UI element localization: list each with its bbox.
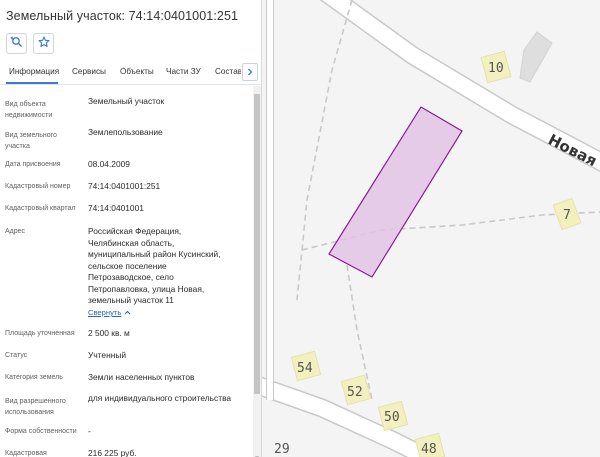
row-value: 2 500 кв. м bbox=[88, 328, 130, 338]
row-label: Вид разрешенного использования bbox=[5, 398, 66, 416]
footpaths bbox=[296, 0, 600, 401]
map-canvas: 10 7 54 52 50 48 29 Новая bbox=[262, 0, 600, 457]
row-value: - bbox=[88, 426, 91, 436]
row-label: Вид земельного участка bbox=[5, 132, 57, 150]
row-label: Дата присвоения bbox=[5, 161, 61, 168]
selected-parcel[interactable] bbox=[328, 106, 463, 278]
svg-text:48: 48 bbox=[421, 442, 437, 457]
row-label: Площадь уточненная bbox=[5, 330, 75, 337]
collapse-label: Свернуть bbox=[88, 308, 122, 317]
favorite-button[interactable] bbox=[33, 33, 54, 54]
tab-parcel-parts[interactable]: Части ЗУ bbox=[166, 67, 201, 76]
active-tab-indicator bbox=[6, 82, 58, 84]
address-line: Челябинская область, bbox=[88, 237, 175, 248]
tab-composition[interactable]: Состав bbox=[215, 67, 241, 76]
row-value: 08.04.2009 bbox=[88, 159, 130, 169]
row-label: Статус bbox=[5, 352, 28, 359]
address-value: Российская Федерация, Челябинская област… bbox=[88, 226, 246, 307]
row-value: Земельный участок bbox=[88, 96, 165, 106]
address-line: земельный участок 11 bbox=[88, 295, 174, 305]
scroll-up-arrow-icon[interactable] bbox=[253, 86, 261, 97]
address-line: Петрозаводское, село bbox=[88, 272, 174, 282]
svg-text:7: 7 bbox=[563, 208, 571, 223]
house-number-10: 10 bbox=[480, 50, 512, 84]
address-line: Петропавловка, улица Новая, bbox=[88, 283, 205, 294]
row-value: Учтенный bbox=[88, 350, 127, 360]
svg-text:50: 50 bbox=[384, 410, 400, 425]
row-label: Адрес bbox=[5, 228, 26, 235]
star-icon bbox=[37, 35, 50, 53]
row-value: Земли населенных пунктов bbox=[88, 372, 195, 382]
app-window: Земельный участок: 74:14:0401001:251 Инф… bbox=[0, 0, 600, 457]
map-view[interactable]: 10 7 54 52 50 48 29 Новая bbox=[262, 0, 600, 457]
house-number-48: 48 bbox=[414, 432, 446, 457]
house-number-52: 52 bbox=[340, 374, 372, 406]
row-label: Кадастровый номер bbox=[5, 183, 71, 190]
panel-scrollbar[interactable] bbox=[253, 86, 261, 457]
info-list: Вид объекта недвижимости Земельный участ… bbox=[0, 86, 252, 457]
tabs-scroll-right-button[interactable] bbox=[242, 63, 258, 81]
svg-text:54: 54 bbox=[297, 361, 313, 376]
svg-text:52: 52 bbox=[347, 385, 363, 400]
info-panel: Земельный участок: 74:14:0401001:251 Инф… bbox=[0, 0, 262, 457]
row-value: 74:14:0401001:251 bbox=[88, 181, 161, 191]
building-outline bbox=[519, 31, 553, 83]
locate-button[interactable] bbox=[6, 33, 27, 54]
row-value: 74:14:0401001 bbox=[88, 203, 144, 213]
row-label: Кадастровая bbox=[5, 450, 47, 457]
address-line: муниципальный район Кусинский, bbox=[88, 249, 221, 259]
scrollbar-thumb[interactable] bbox=[254, 94, 260, 394]
svg-text:10: 10 bbox=[488, 61, 504, 76]
tab-information[interactable]: Информация bbox=[9, 67, 59, 76]
address-line: Российская Федерация, bbox=[88, 226, 182, 236]
house-number-7: 7 bbox=[552, 197, 582, 231]
row-label: Категория земель bbox=[5, 374, 63, 381]
tab-bar: Информация Сервисы Объекты Части ЗУ Сост… bbox=[0, 61, 261, 85]
svg-text:29: 29 bbox=[274, 442, 290, 457]
row-value: 216 225 руб. bbox=[88, 448, 137, 457]
house-number-29: 29 bbox=[274, 442, 290, 457]
row-label: Вид объекта недвижимости bbox=[5, 101, 53, 119]
address-line: сельское поселение bbox=[88, 260, 167, 271]
row-value: для индивидуального строительства bbox=[88, 393, 232, 403]
tab-services[interactable]: Сервисы bbox=[72, 67, 106, 76]
panel-title: Земельный участок: 74:14:0401001:251 bbox=[6, 9, 239, 23]
row-label: Форма собственности bbox=[5, 428, 77, 435]
tab-objects[interactable]: Объекты bbox=[120, 67, 154, 76]
chevron-up-icon bbox=[124, 308, 131, 317]
scroll-down-arrow-icon[interactable] bbox=[253, 449, 261, 457]
chevron-right-icon bbox=[247, 63, 253, 81]
collapse-address-link[interactable]: Свернуть bbox=[88, 308, 131, 317]
locate-icon bbox=[10, 35, 23, 53]
row-label: Кадастровый квартал bbox=[5, 205, 76, 212]
house-number-54: 54 bbox=[290, 350, 322, 382]
row-value: Землепользование bbox=[88, 127, 163, 137]
